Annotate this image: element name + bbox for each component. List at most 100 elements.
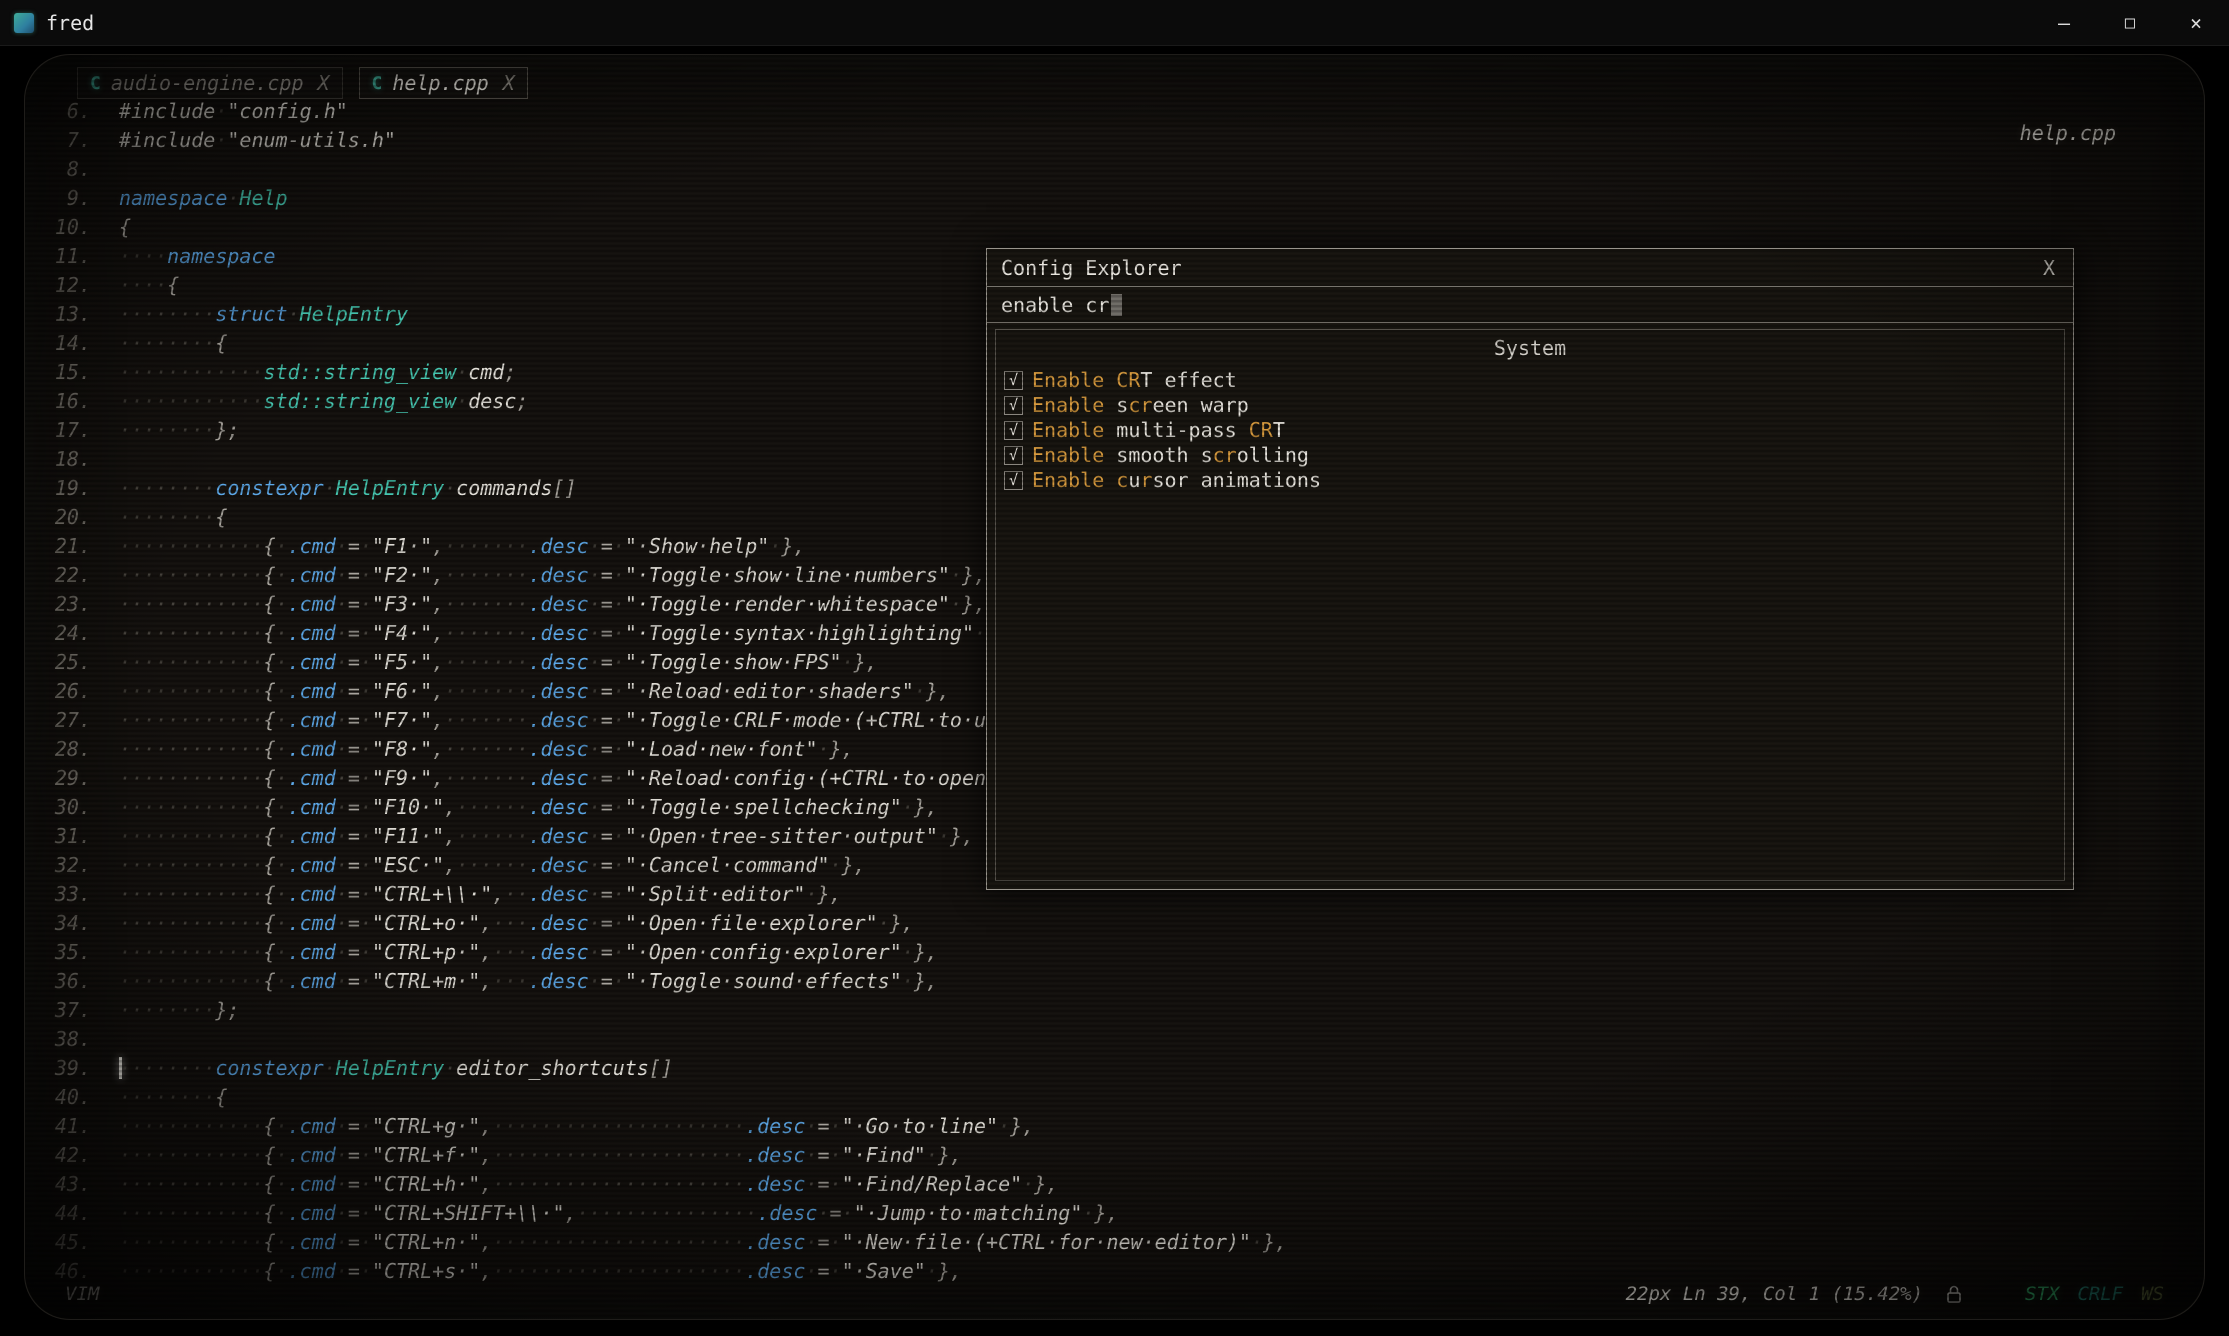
- line-number: 10.: [25, 213, 97, 242]
- line-number: 13.: [25, 300, 97, 329]
- app-logo-icon: [14, 13, 34, 33]
- line-number: 15.: [25, 358, 97, 387]
- checkbox-checked-icon[interactable]: √: [1004, 396, 1023, 415]
- line-content: ············{·.cmd·=·"CTRL+o·",···.desc·…: [119, 909, 914, 938]
- tab-close-button[interactable]: X: [318, 71, 330, 95]
- config-item-label: Enable smooth scrolling: [1032, 444, 1309, 467]
- line-number: 33.: [25, 880, 97, 909]
- status-flag-ws: WS: [2141, 1283, 2164, 1305]
- code-line: 40.········{: [25, 1083, 2204, 1112]
- config-explorer-close-button[interactable]: X: [2039, 256, 2059, 280]
- line-content: ············{·.cmd·=·"F1·",·······.desc·…: [119, 532, 805, 561]
- status-flag-stx: STX: [2025, 1283, 2059, 1305]
- line-number: 43.: [25, 1170, 97, 1199]
- line-content: ············{·.cmd·=·"ESC·",······.desc·…: [119, 851, 866, 880]
- tab-help.cpp[interactable]: Chelp.cppX: [359, 67, 528, 99]
- editor-screen: Caudio-engine.cpp XChelp.cpp X help.cpp 6.…: [24, 54, 2205, 1320]
- close-button[interactable]: ×: [2163, 0, 2229, 45]
- mode-indicator: VIM: [65, 1283, 99, 1305]
- config-explorer-title: Config Explorer: [1001, 256, 1182, 280]
- minimize-button[interactable]: –: [2031, 0, 2097, 45]
- line-number: 28.: [25, 735, 97, 764]
- tab-audio-engine.cpp[interactable]: Caudio-engine.cpp X: [77, 67, 343, 99]
- line-number: 36.: [25, 967, 97, 996]
- code-line: 39. ········constexpr·HelpEntry·editor_sh…: [25, 1054, 2204, 1083]
- line-content: ········constexpr·HelpEntry·editor_short…: [119, 1054, 673, 1083]
- checkbox-checked-icon[interactable]: √: [1004, 446, 1023, 465]
- line-number: 23.: [25, 590, 97, 619]
- line-number: 34.: [25, 909, 97, 938]
- checkbox-checked-icon[interactable]: √: [1004, 421, 1023, 440]
- config-item-label: Enable CRT effect: [1032, 369, 1237, 392]
- line-content: ············{·.cmd·=·"CTRL+h·",·········…: [119, 1170, 1058, 1199]
- line-content: ············{·.cmd·=·"F4·",·······.desc·…: [119, 619, 1010, 648]
- line-content: ············{·.cmd·=·"CTRL+g·",·········…: [119, 1112, 1034, 1141]
- code-line: 35.············{·.cmd·=·"CTRL+p·",···.de…: [25, 938, 2204, 967]
- line-content: ············std::string_view·desc;: [119, 387, 528, 416]
- active-filename: help.cpp: [2020, 121, 2116, 145]
- maximize-button[interactable]: □: [2097, 0, 2163, 45]
- config-search-query: enable cr: [1001, 293, 1109, 317]
- line-number: 21.: [25, 532, 97, 561]
- cpp-file-icon: C: [90, 73, 101, 94]
- tab-label: help.cpp: [392, 71, 488, 95]
- line-content: ············{·.cmd·=·"F10·",······.desc·…: [119, 793, 938, 822]
- text-caret: [1111, 294, 1122, 316]
- line-number: 45.: [25, 1228, 97, 1257]
- config-item-label: Enable multi-pass CRT: [1032, 419, 1285, 442]
- line-content: ············{·.cmd·=·"CTRL+\\·",··.desc·…: [119, 880, 842, 909]
- line-content: ············{·.cmd·=·"CTRL+m·",···.desc·…: [119, 967, 938, 996]
- line-content: ············{·.cmd·=·"CTRL+n·",·········…: [119, 1228, 1287, 1257]
- config-item[interactable]: √ Enable smooth scrolling: [996, 443, 2064, 468]
- line-number: 17.: [25, 416, 97, 445]
- code-line: 7. #include·"enum-utils.h": [25, 126, 2204, 155]
- line-number: 24.: [25, 619, 97, 648]
- line-number: 12.: [25, 271, 97, 300]
- config-item[interactable]: √ Enable CRT effect: [996, 368, 2064, 393]
- status-flags: STXCRLFWS: [2025, 1283, 2164, 1305]
- code-line: 42.············{·.cmd·=·"CTRL+f·",······…: [25, 1141, 2204, 1170]
- line-content: ····{: [119, 271, 179, 300]
- lock-icon: [1945, 1284, 1963, 1304]
- line-number: 14.: [25, 329, 97, 358]
- line-number: 38.: [25, 1025, 97, 1054]
- line-content: ············{·.cmd·=·"F3·",·······.desc·…: [119, 590, 986, 619]
- line-content: namespace·Help: [119, 184, 288, 213]
- cursor-position-status: 22px Ln 39, Col 1 (15.42%): [1626, 1283, 1923, 1305]
- config-item[interactable]: √Enable screen warp: [996, 393, 2064, 418]
- line-number: 39.: [25, 1054, 97, 1083]
- config-explorer-body: System √Enable CRT effect√Enable screen …: [995, 329, 2065, 881]
- checkbox-checked-icon[interactable]: √: [1004, 471, 1023, 490]
- line-number: 6.: [25, 97, 97, 126]
- config-item[interactable]: √ Enable multi-pass CRT: [996, 418, 2064, 443]
- line-number: 31.: [25, 822, 97, 851]
- tab-close-button[interactable]: X: [503, 71, 515, 95]
- line-number: 26.: [25, 677, 97, 706]
- code-line: 44.············{·.cmd·=·"CTRL+SHIFT+\\·"…: [25, 1199, 2204, 1228]
- tab-label: audio-engine.cpp: [111, 71, 304, 95]
- code-line: 45. ············{·.cmd·=·"CTRL+n·",······…: [25, 1228, 2204, 1257]
- line-number: 27.: [25, 706, 97, 735]
- line-content: #include·"enum-utils.h": [119, 126, 396, 155]
- code-line: 41.············{·.cmd·=·"CTRL+g·",······…: [25, 1112, 2204, 1141]
- window-title: fred: [46, 11, 94, 35]
- line-content: ········{: [119, 1083, 227, 1112]
- line-number: 7.: [25, 126, 97, 155]
- line-content: ········};: [119, 996, 239, 1025]
- config-items: √Enable CRT effect√Enable screen warp√En…: [996, 368, 2064, 493]
- line-number: 18.: [25, 445, 97, 474]
- config-search-input[interactable]: enable cr: [987, 287, 2073, 323]
- title-bar: fred – □ ×: [0, 0, 2229, 46]
- line-number: 37.: [25, 996, 97, 1025]
- code-line: 37. ········};: [25, 996, 2204, 1025]
- checkbox-checked-icon[interactable]: √: [1004, 371, 1023, 390]
- line-content: ············{·.cmd·=·"F9·",·······.desc·…: [119, 764, 1131, 793]
- line-content: ············std::string_view·cmd;: [119, 358, 516, 387]
- line-number: 22.: [25, 561, 97, 590]
- line-content: ········{: [119, 329, 227, 358]
- line-content: ············{·.cmd·=·"F8·",·······.desc·…: [119, 735, 854, 764]
- status-right: 22px Ln 39, Col 1 (15.42%) STXCRLFWS: [1626, 1283, 2164, 1305]
- line-content: ········{: [119, 503, 227, 532]
- config-item[interactable]: √Enable cursor animations: [996, 468, 2064, 493]
- window-controls: – □ ×: [2031, 0, 2229, 45]
